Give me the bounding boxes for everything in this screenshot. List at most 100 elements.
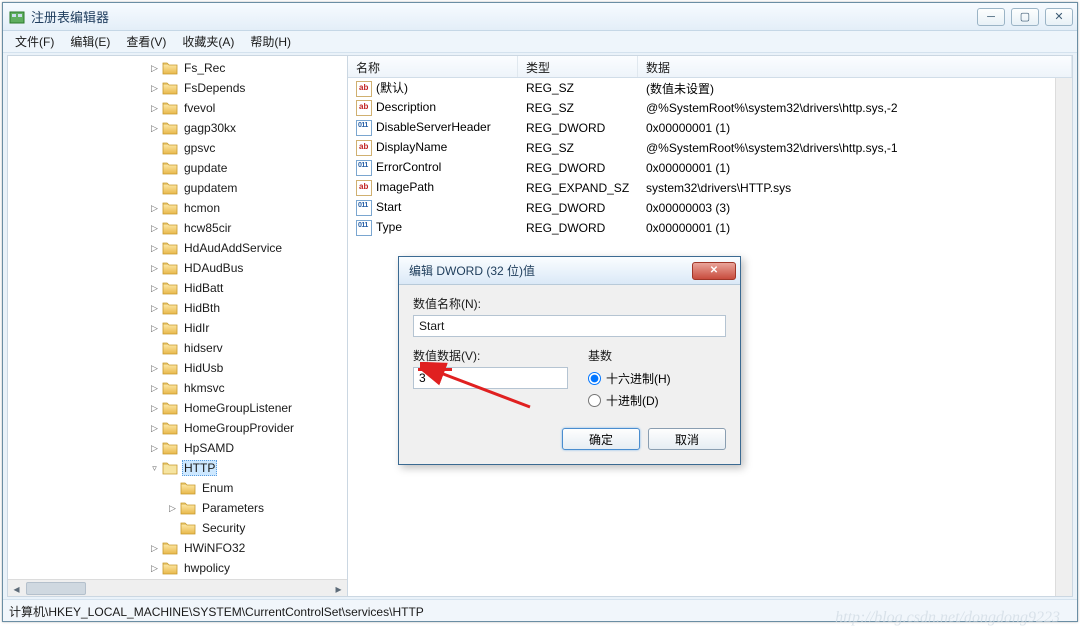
window-buttons: ─ ▢ ✕: [977, 8, 1073, 26]
tree-item[interactable]: ▷gagp30kx: [10, 118, 347, 138]
tree-item-label: HidBatt: [182, 280, 225, 296]
tree-item[interactable]: ▷ Fs_Rec: [10, 58, 347, 78]
cell-name: ErrorControl: [348, 160, 518, 176]
no-expander: [149, 163, 160, 174]
menu-favorites[interactable]: 收藏夹(A): [174, 31, 242, 52]
scroll-right-icon[interactable]: ▸: [330, 580, 347, 596]
list-row[interactable]: TypeREG_DWORD0x00000001 (1): [348, 218, 1072, 238]
folder-icon: [162, 121, 178, 135]
no-expander: [149, 343, 160, 354]
expand-icon[interactable]: ▷: [149, 223, 160, 234]
folder-icon: [162, 61, 178, 75]
tree-item[interactable]: ▷HDAudBus: [10, 258, 347, 278]
dialog-close-button[interactable]: ✕: [692, 262, 736, 280]
tree-item[interactable]: ▷HomeGroupProvider: [10, 418, 347, 438]
radio-dec-input[interactable]: [588, 394, 601, 407]
scroll-left-icon[interactable]: ◂: [8, 580, 25, 596]
expand-icon[interactable]: ▷: [149, 363, 160, 374]
expand-icon[interactable]: ▷: [149, 243, 160, 254]
cell-data: (数值未设置): [638, 80, 1072, 97]
expand-icon[interactable]: ▷: [149, 203, 160, 214]
expand-icon[interactable]: ▷: [149, 63, 160, 74]
tree-item-label: Fs_Rec: [182, 60, 227, 76]
cell-name: Description: [348, 100, 518, 116]
tree-item[interactable]: ▷Parameters: [10, 498, 347, 518]
list-vscrollbar[interactable]: [1055, 78, 1072, 596]
titlebar[interactable]: 注册表编辑器 ─ ▢ ✕: [3, 3, 1077, 31]
tree-item-label: gupdate: [182, 160, 229, 176]
tree-item[interactable]: ▷hcw85cir: [10, 218, 347, 238]
tree-item[interactable]: ▿HTTP: [10, 458, 347, 478]
expand-icon[interactable]: ▷: [149, 263, 160, 274]
folder-icon: [162, 441, 178, 455]
tree-item[interactable]: ▷HpSAMD: [10, 438, 347, 458]
expand-icon[interactable]: ▷: [149, 423, 160, 434]
tree-item[interactable]: ▷fvevol: [10, 98, 347, 118]
radio-hex[interactable]: 十六进制(H): [588, 370, 726, 387]
tree-item[interactable]: Security: [10, 518, 347, 538]
list-row[interactable]: ImagePathREG_EXPAND_SZsystem32\drivers\H…: [348, 178, 1072, 198]
col-header-type[interactable]: 类型: [518, 56, 638, 77]
tree[interactable]: ▷ Fs_Rec ▷FsDepends▷fvevol▷gagp30kx gpsvc gu…: [8, 56, 347, 578]
expand-icon[interactable]: ▷: [149, 303, 160, 314]
tree-item[interactable]: ▷HdAudAddService: [10, 238, 347, 258]
tree-item[interactable]: ▷HidIr: [10, 318, 347, 338]
col-header-name[interactable]: 名称: [348, 56, 518, 77]
tree-item[interactable]: ▷hkmsvc: [10, 378, 347, 398]
list-row[interactable]: DescriptionREG_SZ@%SystemRoot%\system32\…: [348, 98, 1072, 118]
expand-icon[interactable]: ▷: [149, 283, 160, 294]
tree-item[interactable]: ▷FsDepends: [10, 78, 347, 98]
tree-item[interactable]: ▷ HidBatt: [10, 278, 347, 298]
expand-icon[interactable]: ▷: [149, 83, 160, 94]
expand-icon[interactable]: ▷: [149, 443, 160, 454]
expand-icon[interactable]: ▷: [149, 383, 160, 394]
tree-hscrollbar[interactable]: ◂ ▸: [8, 579, 347, 596]
expand-icon[interactable]: ▷: [149, 403, 160, 414]
expand-icon[interactable]: ▷: [149, 323, 160, 334]
menu-file[interactable]: 文件(F): [7, 31, 62, 52]
cancel-button[interactable]: 取消: [648, 428, 726, 450]
expand-icon[interactable]: ▷: [149, 103, 160, 114]
expand-icon[interactable]: ▷: [149, 543, 160, 554]
tree-item[interactable]: gupdate: [10, 158, 347, 178]
tree-item[interactable]: ▷ HidBth: [10, 298, 347, 318]
list-row[interactable]: ErrorControlREG_DWORD0x00000001 (1): [348, 158, 1072, 178]
col-header-data[interactable]: 数据: [638, 56, 1072, 77]
dword-value-icon: [356, 220, 372, 236]
radio-hex-input[interactable]: [588, 372, 601, 385]
expand-icon[interactable]: ▷: [149, 123, 160, 134]
tree-item[interactable]: Enum: [10, 478, 347, 498]
tree-item[interactable]: gpsvc: [10, 138, 347, 158]
tree-item[interactable]: ▷HidUsb: [10, 358, 347, 378]
folder-icon: [162, 181, 178, 195]
status-path: 计算机\HKEY_LOCAL_MACHINE\SYSTEM\CurrentCon…: [9, 605, 424, 619]
menubar: 文件(F) 编辑(E) 查看(V) 收藏夹(A) 帮助(H): [3, 31, 1077, 53]
tree-item-label: gpsvc: [182, 140, 217, 156]
list-row[interactable]: StartREG_DWORD0x00000003 (3): [348, 198, 1072, 218]
list-header[interactable]: 名称 类型 数据: [348, 56, 1072, 78]
expand-icon[interactable]: ▷: [149, 563, 160, 574]
close-button[interactable]: ✕: [1045, 8, 1073, 26]
tree-item[interactable]: hidserv: [10, 338, 347, 358]
collapse-icon[interactable]: ▿: [149, 463, 160, 474]
menu-view[interactable]: 查看(V): [118, 31, 174, 52]
tree-item[interactable]: gupdatem: [10, 178, 347, 198]
menu-help[interactable]: 帮助(H): [242, 31, 299, 52]
tree-item-label: HidBth: [182, 300, 222, 316]
tree-item[interactable]: ▷hwpolicy: [10, 558, 347, 578]
tree-item[interactable]: ▷HWiNFO32: [10, 538, 347, 558]
tree-item[interactable]: ▷HomeGroupListener: [10, 398, 347, 418]
menu-edit[interactable]: 编辑(E): [62, 31, 118, 52]
expand-icon[interactable]: ▷: [167, 503, 178, 514]
maximize-button[interactable]: ▢: [1011, 8, 1039, 26]
list-row[interactable]: (默认)REG_SZ(数值未设置): [348, 78, 1072, 98]
tree-item[interactable]: ▷hcmon: [10, 198, 347, 218]
scroll-thumb[interactable]: [26, 582, 86, 595]
dialog-titlebar[interactable]: 编辑 DWORD (32 位)值 ✕: [399, 257, 740, 285]
list-row[interactable]: DisplayNameREG_SZ@%SystemRoot%\system32\…: [348, 138, 1072, 158]
ok-button[interactable]: 确定: [562, 428, 640, 450]
folder-icon: [162, 401, 178, 415]
minimize-button[interactable]: ─: [977, 8, 1005, 26]
list-row[interactable]: DisableServerHeaderREG_DWORD0x00000001 (…: [348, 118, 1072, 138]
radio-dec[interactable]: 十进制(D): [588, 392, 726, 409]
